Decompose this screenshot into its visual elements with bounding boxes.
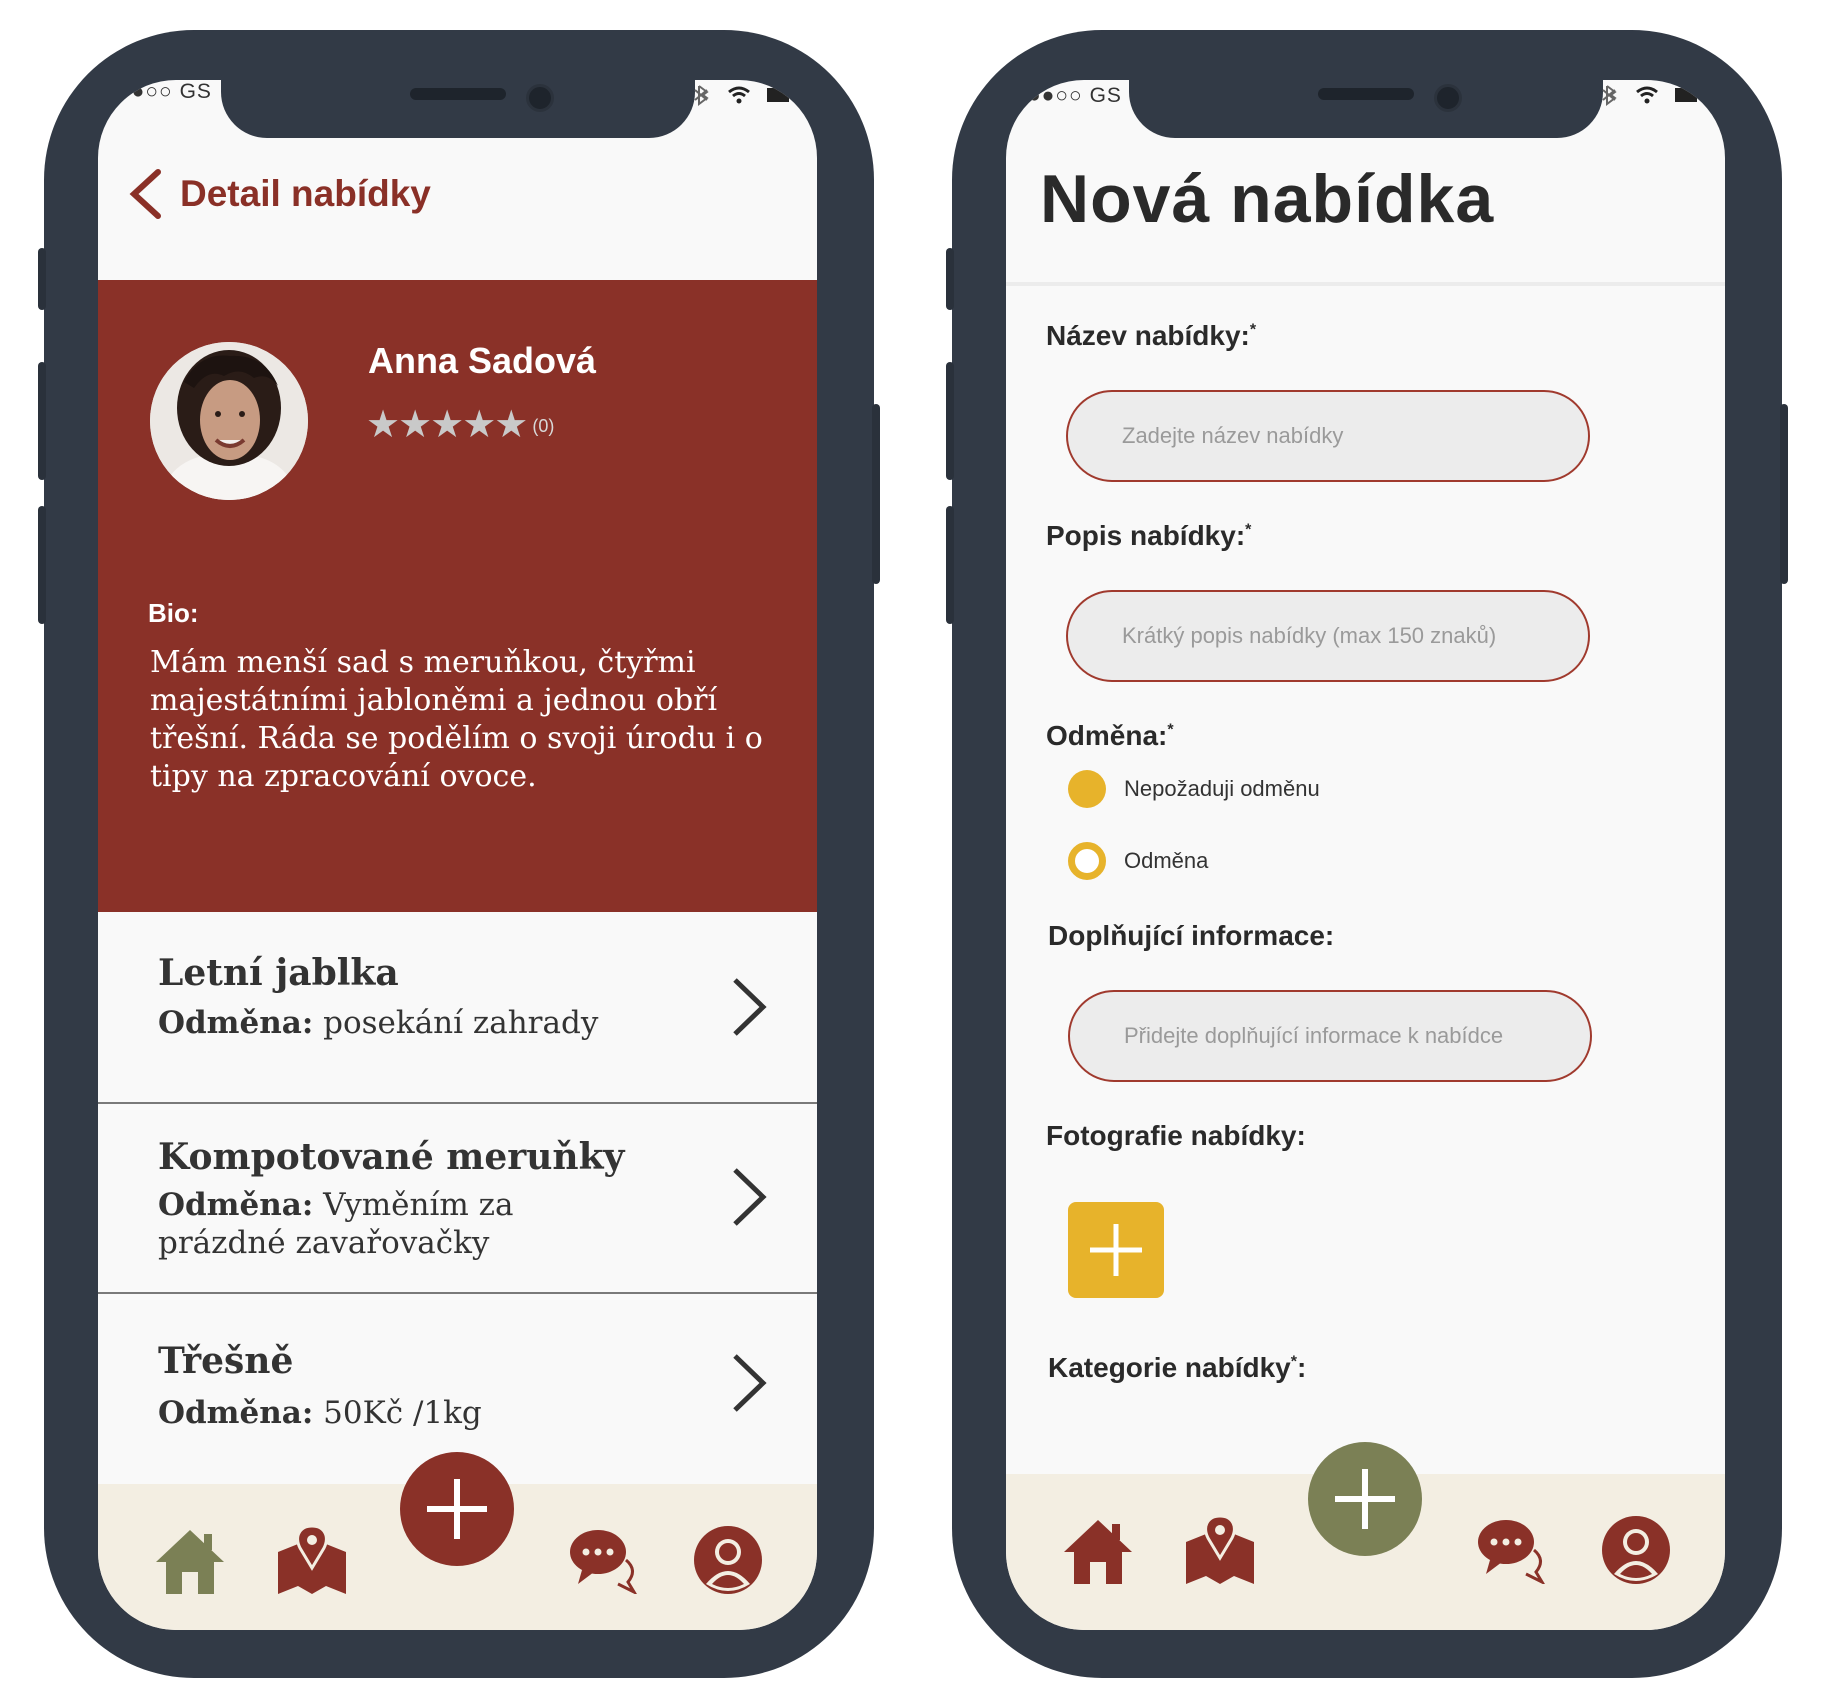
add-offer-button[interactable] [400, 1452, 514, 1566]
offer-item[interactable]: Kompotované meruňky Odměna: Vyměním za p… [98, 1102, 817, 1294]
reward-label: Odměna: [158, 1005, 314, 1041]
battery-wifi-bluetooth-icon [1602, 85, 1700, 106]
additional-info-label: Doplňující informace: [1048, 920, 1335, 951]
avatar[interactable] [150, 342, 308, 500]
additional-info-input[interactable]: Přidejte doplňující informace k nabídce [1068, 990, 1592, 1082]
offer-title: Třešně [158, 1340, 294, 1382]
status-icons [691, 82, 801, 113]
battery-wifi-bluetooth-icon [694, 85, 792, 106]
radio-selected-icon [1068, 770, 1106, 808]
profile-icon[interactable] [692, 1524, 764, 1596]
profile-card: Anna Sadová ★★★★★ (0) Bio: Mám menší sad … [98, 280, 817, 912]
offer-name-input[interactable]: Zadejte název nabídky [1066, 390, 1590, 482]
left-phone-volume-up [38, 362, 46, 480]
carrier-label: ●●○○ GS [1028, 84, 1122, 107]
offer-reward: Odměna: 50Kč /1kg [158, 1394, 648, 1432]
chevron-right-icon [733, 1168, 767, 1226]
label-text: Odměna: [1046, 720, 1168, 751]
radio-label: Nepožaduji odměnu [1124, 776, 1320, 801]
right-phone-side-button [946, 248, 954, 310]
user-name: Anna Sadová [368, 340, 597, 381]
offer-description-input[interactable]: Krátký popis nabídky (max 150 znaků) [1066, 590, 1590, 682]
speaker [1317, 88, 1414, 100]
offer-item[interactable]: Letní jablka Odměna: posekání zahrady [98, 912, 817, 1102]
label-colon: : [1296, 1352, 1307, 1383]
chat-icon[interactable] [568, 1526, 640, 1594]
label-text: Kategorie nabídky [1048, 1352, 1291, 1383]
add-offer-button[interactable] [1308, 1442, 1422, 1556]
bio-label: Bio: [148, 598, 199, 628]
carrier-label: ●●○○ GS [118, 80, 212, 103]
offer-reward: Odměna: Vyměním za prázdné zavařovačky [158, 1186, 648, 1262]
star-icons: ★★★★★ [366, 404, 528, 446]
radio-unselected-icon [1068, 842, 1106, 880]
page-title: Nová nabídka [1040, 161, 1495, 237]
avatar-photo [150, 342, 308, 500]
speaker [409, 88, 506, 100]
rating-count: (0) [532, 416, 555, 437]
right-phone-volume-up [946, 362, 954, 480]
status-icons [1599, 82, 1709, 113]
reward-value: 50Kč /1kg [323, 1395, 482, 1431]
required-mark: * [1245, 521, 1252, 539]
left-phone-volume-down [38, 506, 46, 624]
radio-label: Odměna [1124, 848, 1209, 873]
add-icon [1335, 1469, 1395, 1529]
home-icon[interactable] [154, 1526, 226, 1596]
bio-text: Mám menší sad s meruňkou, čtyřmi majestá… [150, 645, 763, 794]
right-screen: ●●○○ GS Nová nabídka Název nabídky:* Zad… [1006, 80, 1725, 1630]
required-mark: * [1167, 721, 1174, 739]
reward-label: Odměna: [158, 1395, 314, 1431]
add-photo-button[interactable] [1068, 1202, 1164, 1298]
rating-stars: ★★★★★ (0) [366, 402, 554, 447]
label-text: Název nabídky: [1046, 320, 1250, 351]
placeholder: Přidejte doplňující informace k nabídce [1124, 1023, 1504, 1048]
reward-label: Odměna:* [1046, 720, 1174, 752]
placeholder: Krátký popis nabídky (max 150 znaků) [1122, 623, 1497, 648]
right-phone-power [1780, 404, 1788, 584]
category-label: Kategorie nabídky*: [1048, 1352, 1306, 1384]
profile-icon[interactable] [1600, 1514, 1672, 1586]
add-icon [1090, 1224, 1142, 1276]
left-phone-side-button [38, 248, 46, 310]
back-button[interactable]: Detail nabídky [128, 168, 431, 220]
chevron-right-icon [733, 1354, 767, 1412]
map-icon[interactable] [276, 1524, 348, 1596]
add-icon [427, 1479, 487, 1539]
offer-title: Letní jablka [158, 952, 399, 994]
front-camera [526, 84, 554, 112]
reward-option-none[interactable]: Nepožaduji odměnu [1068, 770, 1320, 808]
page-title: Detail nabídky [180, 173, 431, 214]
left-phone-power [872, 404, 880, 584]
placeholder: Zadejte název nabídky [1122, 423, 1344, 448]
required-mark: * [1249, 321, 1257, 339]
map-icon[interactable] [1184, 1514, 1256, 1586]
offer-name-label: Název nabídky:* [1046, 320, 1256, 352]
chat-icon[interactable] [1476, 1516, 1548, 1584]
photo-label: Fotografie nabídky: [1046, 1120, 1306, 1151]
offer-reward: Odměna: posekání zahrady [158, 1004, 648, 1042]
left-screen: ●●○○ GS Detail nabídky Anna Sadová ★★★★★… [98, 80, 817, 1630]
reward-label: Odměna: [158, 1187, 314, 1223]
right-phone-volume-down [946, 506, 954, 624]
home-icon[interactable] [1062, 1516, 1134, 1586]
chevron-right-icon [733, 978, 767, 1036]
reward-option-reward[interactable]: Odměna [1068, 842, 1208, 880]
reward-value: posekání zahrady [323, 1005, 599, 1041]
offer-description-label: Popis nabídky:* [1046, 520, 1251, 552]
notch [220, 80, 695, 138]
notch [1128, 80, 1603, 138]
offer-title: Kompotované meruňky [158, 1136, 625, 1178]
chevron-left-icon [129, 169, 161, 219]
title-divider [1006, 282, 1725, 286]
label-text: Popis nabídky: [1046, 520, 1246, 551]
front-camera [1434, 84, 1462, 112]
